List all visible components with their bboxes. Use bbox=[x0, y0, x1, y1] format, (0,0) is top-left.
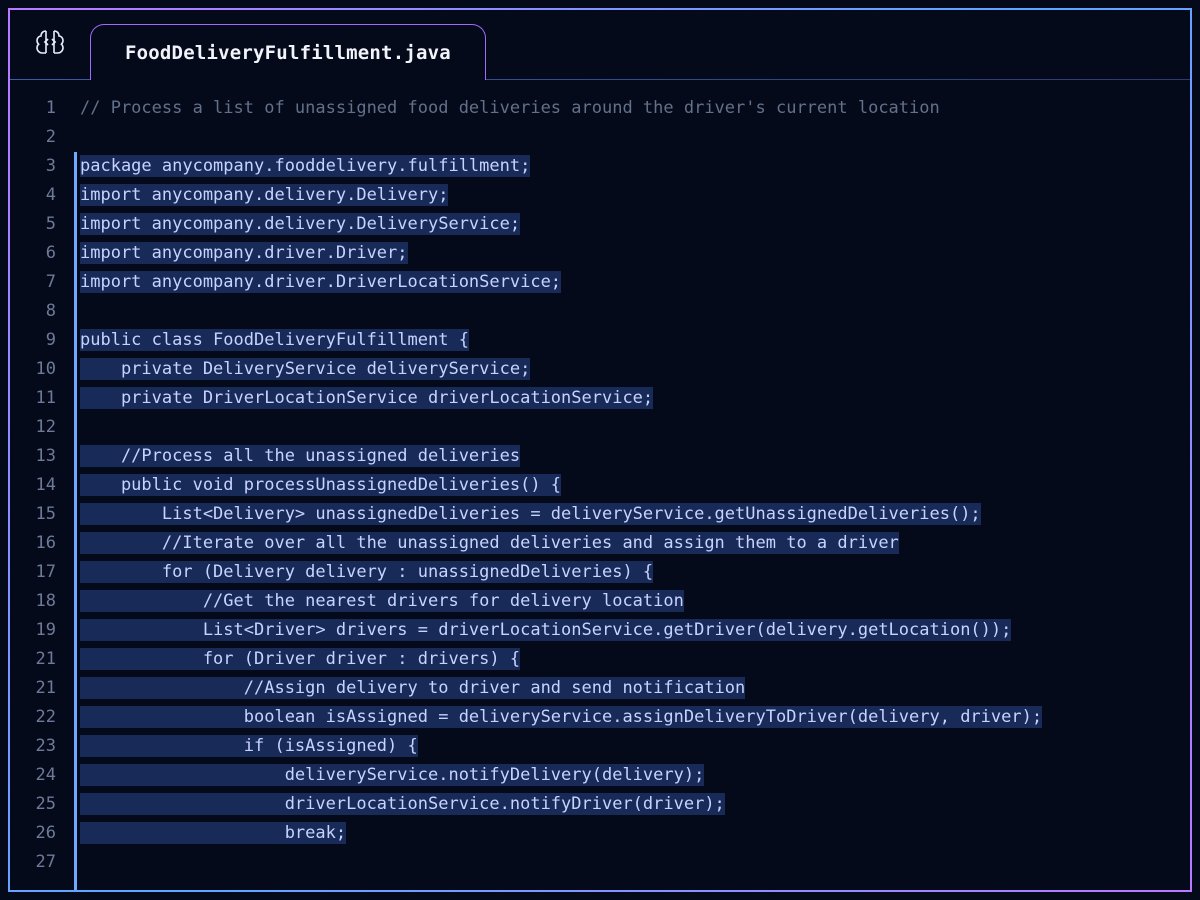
code-text: //Process all the unassigned deliveries bbox=[80, 445, 520, 467]
code-line: public void processUnassignedDeliveries(… bbox=[80, 471, 1190, 500]
code-line: List<Driver> drivers = driverLocationSer… bbox=[80, 616, 1190, 645]
code-line: driverLocationService.notifyDriver(drive… bbox=[80, 790, 1190, 819]
code-text: //Get the nearest drivers for delivery l… bbox=[80, 590, 684, 612]
line-number: 22 bbox=[10, 703, 56, 732]
code-line: //Process all the unassigned deliveries bbox=[80, 442, 1190, 471]
line-number: 23 bbox=[10, 732, 56, 761]
line-number: 5 bbox=[10, 210, 56, 239]
line-number: 18 bbox=[10, 587, 56, 616]
line-number: 7 bbox=[10, 268, 56, 297]
code-text: public void processUnassignedDeliveries(… bbox=[80, 474, 561, 496]
code-line: // Process a list of unassigned food del… bbox=[80, 94, 1190, 123]
code-text: import anycompany.delivery.DeliveryServi… bbox=[80, 213, 520, 235]
code-text: import anycompany.delivery.Delivery; bbox=[80, 184, 448, 206]
line-number: 14 bbox=[10, 471, 56, 500]
code-text: if (isAssigned) { bbox=[80, 735, 418, 757]
code-text: List<Driver> drivers = driverLocationSer… bbox=[80, 619, 1011, 641]
code-line: if (isAssigned) { bbox=[80, 732, 1190, 761]
code-text: private DeliveryService deliveryService; bbox=[80, 358, 530, 380]
code-text: package anycompany.fooddelivery.fulfillm… bbox=[80, 155, 530, 177]
code-line bbox=[80, 413, 1190, 442]
code-text: import anycompany.driver.Driver; bbox=[80, 242, 408, 264]
code-text: import anycompany.driver.DriverLocationS… bbox=[80, 271, 561, 293]
code-line bbox=[80, 297, 1190, 326]
code-line bbox=[80, 123, 1190, 152]
line-number: 19 bbox=[10, 616, 56, 645]
code-line: //Get the nearest drivers for delivery l… bbox=[80, 587, 1190, 616]
code-text: public class FoodDeliveryFulfillment { bbox=[80, 329, 469, 351]
line-number: 4 bbox=[10, 181, 56, 210]
code-line: public class FoodDeliveryFulfillment { bbox=[80, 326, 1190, 355]
code-line: private DriverLocationService driverLoca… bbox=[80, 384, 1190, 413]
code-line: import anycompany.delivery.Delivery; bbox=[80, 181, 1190, 210]
code-text: List<Delivery> unassignedDeliveries = de… bbox=[80, 503, 981, 525]
code-line: boolean isAssigned = deliveryService.ass… bbox=[80, 703, 1190, 732]
line-number: 26 bbox=[10, 819, 56, 848]
line-number: 3 bbox=[10, 152, 56, 181]
line-number: 24 bbox=[10, 761, 56, 790]
line-number: 10 bbox=[10, 355, 56, 384]
code-text: boolean isAssigned = deliveryService.ass… bbox=[80, 706, 1042, 728]
code-text: private DriverLocationService driverLoca… bbox=[80, 387, 653, 409]
tab-active[interactable]: FoodDeliveryFulfillment.java bbox=[90, 24, 486, 80]
line-number: 17 bbox=[10, 558, 56, 587]
brand-logo bbox=[10, 10, 90, 80]
code-line: break; bbox=[80, 819, 1190, 848]
code-line: //Iterate over all the unassigned delive… bbox=[80, 529, 1190, 558]
code-line: deliveryService.notifyDelivery(delivery)… bbox=[80, 761, 1190, 790]
line-number: 15 bbox=[10, 500, 56, 529]
line-number: 11 bbox=[10, 384, 56, 413]
code-line: import anycompany.driver.Driver; bbox=[80, 239, 1190, 268]
line-number: 8 bbox=[10, 297, 56, 326]
code-text: for (Delivery delivery : unassignedDeliv… bbox=[80, 561, 653, 583]
line-number: 21 bbox=[10, 674, 56, 703]
tab-filename: FoodDeliveryFulfillment.java bbox=[125, 42, 451, 64]
editor-window: FoodDeliveryFulfillment.java 1 2 3 4 5 6… bbox=[8, 8, 1192, 892]
code-text: deliveryService.notifyDelivery(delivery)… bbox=[80, 764, 704, 786]
line-number: 6 bbox=[10, 239, 56, 268]
code-editor[interactable]: 1 2 3 4 5 6 7 8 9 10 11 12 13 14 15 16 1… bbox=[10, 80, 1190, 890]
code-line: import anycompany.delivery.DeliveryServi… bbox=[80, 210, 1190, 239]
line-number: 13 bbox=[10, 442, 56, 471]
code-line: List<Delivery> unassignedDeliveries = de… bbox=[80, 500, 1190, 529]
code-line: for (Delivery delivery : unassignedDeliv… bbox=[80, 558, 1190, 587]
code-line: private DeliveryService deliveryService; bbox=[80, 355, 1190, 384]
code-line: import anycompany.driver.DriverLocationS… bbox=[80, 268, 1190, 297]
code-text: //Iterate over all the unassigned delive… bbox=[80, 532, 899, 554]
code-text: for (Driver driver : drivers) { bbox=[80, 648, 520, 670]
code-line: package anycompany.fooddelivery.fulfillm… bbox=[80, 152, 1190, 181]
code-text: driverLocationService.notifyDriver(drive… bbox=[80, 793, 725, 815]
line-number: 9 bbox=[10, 326, 56, 355]
line-number: 27 bbox=[10, 848, 56, 877]
code-line: //Assign delivery to driver and send not… bbox=[80, 674, 1190, 703]
code-area[interactable]: // Process a list of unassigned food del… bbox=[68, 94, 1190, 890]
line-number-gutter: 1 2 3 4 5 6 7 8 9 10 11 12 13 14 15 16 1… bbox=[10, 94, 68, 890]
code-line: for (Driver driver : drivers) { bbox=[80, 645, 1190, 674]
line-number: 1 bbox=[10, 94, 56, 123]
tab-bar: FoodDeliveryFulfillment.java bbox=[10, 10, 1190, 80]
line-number: 2 bbox=[10, 123, 56, 152]
line-number: 16 bbox=[10, 529, 56, 558]
code-text: // Process a list of unassigned food del… bbox=[80, 98, 940, 118]
line-number: 21 bbox=[10, 645, 56, 674]
line-number: 25 bbox=[10, 790, 56, 819]
code-text: //Assign delivery to driver and send not… bbox=[80, 677, 745, 699]
code-text: break; bbox=[80, 822, 346, 844]
brain-code-icon bbox=[30, 25, 70, 65]
line-number: 12 bbox=[10, 413, 56, 442]
selection-indicator bbox=[74, 152, 77, 890]
